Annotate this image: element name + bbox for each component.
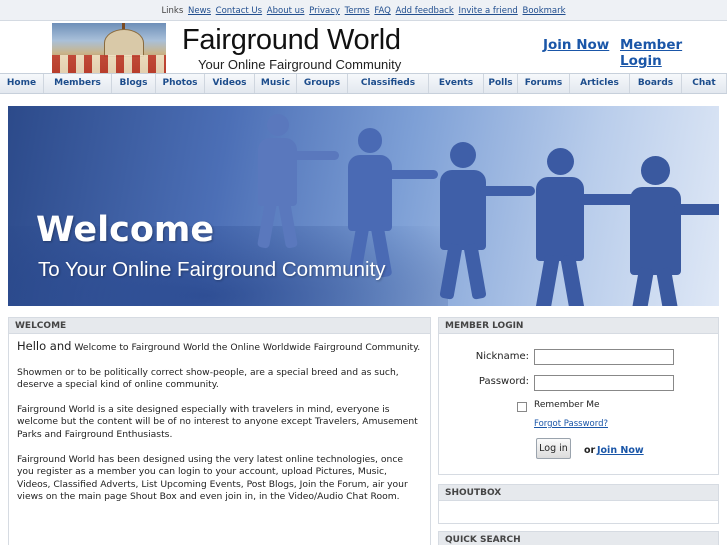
nav-item-blogs[interactable]: Blogs (112, 74, 156, 93)
top-link-add-feedback[interactable]: Add feedback (396, 6, 454, 16)
hello-text: Hello and (17, 339, 72, 353)
quick-search-panel: QUICK SEARCH (438, 531, 719, 545)
member-login-heading: MEMBER LOGIN (439, 318, 718, 334)
paper-person-body (536, 177, 585, 262)
shoutbox-panel: SHOUTBOX (438, 484, 719, 524)
top-link-links[interactable]: Links (161, 6, 183, 16)
nav-item-articles[interactable]: Articles (570, 74, 630, 93)
paper-person-leg (560, 254, 585, 306)
paper-person-body (630, 186, 681, 275)
welcome-banner: Welcome To Your Online Fairground Commun… (8, 106, 719, 306)
remember-me-checkbox[interactable] (517, 402, 527, 412)
nav-item-photos[interactable]: Photos (156, 74, 205, 93)
member-login-link[interactable]: Member Login (620, 37, 727, 69)
nav-item-chat[interactable]: Chat (682, 74, 727, 93)
paper-person-leg (463, 243, 487, 300)
welcome-panel: WELCOME Hello and Welcome to Fairground … (8, 317, 431, 545)
paper-person-head (266, 114, 289, 137)
main-nav: Home Members Blogs Photos Videos Music Groups C… (0, 73, 727, 94)
paper-person-body (348, 154, 392, 231)
paper-person-head (450, 142, 476, 168)
site-tagline: Your Online Fairground Community (198, 57, 402, 72)
top-link-faq[interactable]: FAQ (374, 6, 390, 16)
logo-tent-stripes (52, 55, 166, 73)
nickname-label: Nickname: (475, 351, 529, 362)
nav-item-classifieds[interactable]: Classifieds (348, 74, 429, 93)
nav-item-videos[interactable]: Videos (205, 74, 255, 93)
password-label: Password: (478, 376, 529, 387)
fairground-logo-image[interactable] (52, 23, 166, 73)
welcome-paragraph-4: Fairground World has been designed using… (17, 453, 408, 503)
member-login-panel: MEMBER LOGIN Nickname: Password: Remembe… (438, 317, 719, 475)
nav-item-polls[interactable]: Polls (484, 74, 518, 93)
welcome-panel-heading: WELCOME (9, 318, 430, 334)
top-link-contact-us[interactable]: Contact Us (216, 6, 262, 16)
remember-me-label: Remember Me (534, 400, 600, 410)
quick-search-heading: QUICK SEARCH (439, 532, 718, 545)
top-link-terms[interactable]: Terms (345, 6, 370, 16)
banner-welcome-text: Welcome (36, 210, 215, 250)
paper-person-head (546, 148, 574, 176)
nav-item-forums[interactable]: Forums (518, 74, 570, 93)
paper-person-arm (386, 169, 439, 180)
paper-person-head (357, 128, 383, 153)
top-link-about-us[interactable]: About us (267, 6, 305, 16)
top-link-news[interactable]: News (188, 6, 211, 16)
paper-person-arm (292, 151, 339, 160)
join-now-link[interactable]: Join Now (543, 37, 609, 53)
log-in-button[interactable]: Log in (536, 438, 571, 459)
welcome-panel-body: Hello and Welcome to Fairground World th… (9, 334, 430, 522)
top-link-bookmark[interactable]: Bookmark (523, 6, 566, 16)
password-input[interactable] (534, 375, 674, 391)
paper-person-arm (578, 194, 636, 205)
paper-person-arm (480, 186, 535, 196)
site-title[interactable]: Fairground World (182, 24, 401, 57)
welcome-paragraph-2: Showmen or to be politically correct sho… (17, 366, 399, 391)
welcome-paragraph-3: Fairground World is a site designed espe… (17, 403, 418, 440)
nav-item-events[interactable]: Events (429, 74, 484, 93)
forgot-password-link[interactable]: Forgot Password? (534, 419, 608, 429)
intro-text: Welcome to Fairground World the Online W… (74, 342, 421, 353)
nav-item-music[interactable]: Music (255, 74, 297, 93)
shoutbox-heading: SHOUTBOX (439, 485, 718, 501)
nav-item-groups[interactable]: Groups (297, 74, 348, 93)
or-text: or (584, 445, 596, 456)
site-header: Fairground World Your Online Fairground … (0, 21, 727, 73)
paper-person-head (641, 156, 670, 185)
join-now-small-link[interactable]: Join Now (597, 445, 644, 456)
top-links-bar: Links News Contact Us About us Privacy T… (0, 0, 727, 21)
paper-person-leg (535, 254, 560, 306)
welcome-intro: Hello and Welcome to Fairground World th… (17, 340, 422, 355)
top-link-invite-a-friend[interactable]: Invite a friend (458, 6, 517, 16)
paper-person-body (440, 170, 486, 250)
paper-person-body (258, 138, 298, 207)
nav-item-boards[interactable]: Boards (630, 74, 682, 93)
paper-person-arm (674, 204, 719, 216)
logo-carousel-dome (104, 29, 144, 57)
banner-subline: To Your Online Fairground Community (38, 258, 386, 281)
top-link-privacy[interactable]: Privacy (309, 6, 340, 16)
nickname-input[interactable] (534, 349, 674, 365)
nav-item-home[interactable]: Home (0, 74, 44, 93)
nav-item-members[interactable]: Members (44, 74, 112, 93)
